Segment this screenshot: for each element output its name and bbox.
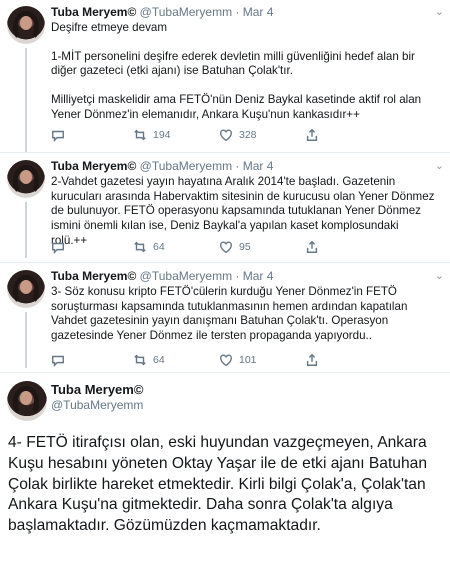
reply-icon xyxy=(52,130,64,142)
caret-down-icon[interactable]: ⌄ xyxy=(435,160,444,172)
reply-button[interactable] xyxy=(51,128,65,142)
share-icon xyxy=(306,128,318,141)
tweet-text: 3- Söz konusu kripto FETÖ'cülerin kurduğ… xyxy=(51,285,408,343)
tweet-actions: 64 95 xyxy=(51,240,391,256)
retweet-icon xyxy=(134,354,146,366)
tweet-text: Deşifre etmeye devam 1-MİT personelini d… xyxy=(51,21,422,121)
divider xyxy=(0,262,450,263)
like-icon xyxy=(220,241,232,254)
divider xyxy=(0,372,450,373)
reply-button[interactable] xyxy=(51,353,65,367)
reply-icon xyxy=(52,355,64,367)
caret-down-icon[interactable]: ⌄ xyxy=(435,270,444,282)
display-name[interactable]: Tuba Meryem© xyxy=(51,382,143,397)
display-name[interactable]: Tuba Meryem© xyxy=(51,159,136,173)
timestamp[interactable]: Mar 4 xyxy=(243,159,274,173)
caret-down-icon[interactable]: ⌄ xyxy=(435,6,444,18)
timestamp[interactable]: Mar 4 xyxy=(243,269,274,283)
tweet-header: Tuba Meryem© @TubaMeryemm · Mar 4 xyxy=(51,269,274,283)
handle[interactable]: @TubaMeryemm xyxy=(140,269,232,283)
like-button[interactable]: 95 xyxy=(219,240,251,254)
reply-icon xyxy=(52,242,64,254)
tweet-actions: 64 101 xyxy=(51,353,391,369)
handle[interactable]: @TubaMeryemm xyxy=(140,159,232,173)
main-tweet-text: 4- FETÖ itirafçısı olan, eski huyundan v… xyxy=(8,434,427,535)
share-button[interactable] xyxy=(305,128,319,142)
retweet-button[interactable]: 64 xyxy=(133,353,165,367)
reply-button[interactable] xyxy=(51,240,65,254)
tweet-actions: 194 328 xyxy=(51,128,391,144)
thread-line xyxy=(25,202,27,258)
share-icon xyxy=(306,353,318,366)
tweet-text: 2-Vahdet gazetesi yayın hayatına Aralık … xyxy=(51,175,435,247)
thread-line xyxy=(25,48,27,152)
retweet-icon xyxy=(134,241,146,253)
handle[interactable]: @TubaMeryemm xyxy=(51,398,143,412)
share-icon xyxy=(306,240,318,253)
display-name[interactable]: Tuba Meryem© xyxy=(51,269,136,283)
retweet-button[interactable]: 194 xyxy=(133,128,171,142)
retweet-button[interactable]: 64 xyxy=(133,240,165,254)
like-button[interactable]: 328 xyxy=(219,128,257,142)
thread-line xyxy=(25,312,27,368)
divider xyxy=(0,152,450,153)
avatar[interactable] xyxy=(7,270,45,308)
tweet-header: Tuba Meryem© @TubaMeryemm · Mar 4 xyxy=(51,5,274,19)
avatar[interactable] xyxy=(7,6,45,44)
like-button[interactable]: 101 xyxy=(219,353,257,367)
timestamp[interactable]: Mar 4 xyxy=(243,5,274,19)
like-icon xyxy=(220,129,232,142)
display-name[interactable]: Tuba Meryem© xyxy=(51,5,136,19)
retweet-icon xyxy=(134,129,146,141)
tweet-header: Tuba Meryem© @TubaMeryemm · Mar 4 xyxy=(51,159,274,173)
share-button[interactable] xyxy=(305,240,319,254)
like-icon xyxy=(220,354,232,367)
handle[interactable]: @TubaMeryemm xyxy=(140,5,232,19)
avatar[interactable] xyxy=(7,160,45,198)
avatar[interactable] xyxy=(7,381,47,421)
share-button[interactable] xyxy=(305,353,319,367)
